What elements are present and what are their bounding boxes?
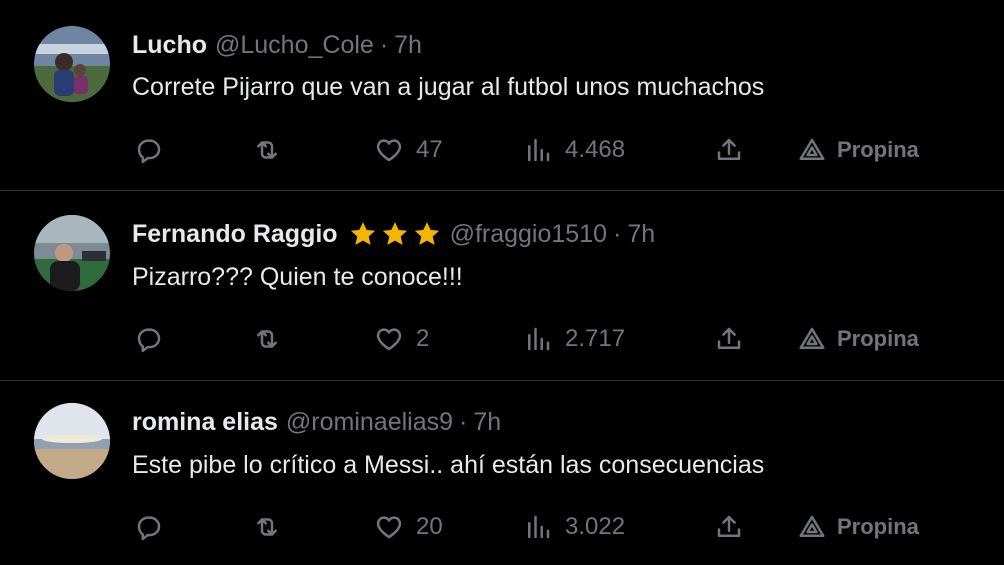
heart-icon (376, 516, 402, 539)
star-icon (382, 222, 407, 245)
action-bar: 20 3.022 Propina (0, 509, 1004, 545)
star-icon (350, 222, 375, 245)
retweet-icon (257, 141, 277, 159)
share-icon (717, 138, 741, 160)
tweet-2[interactable]: Fernando Raggio @fraggio1510 · 7h Pizarr… (0, 191, 1004, 381)
like-count: 20 (416, 513, 443, 540)
tip-button[interactable]: Propina (797, 132, 919, 168)
views-button[interactable]: 4.468 (523, 132, 625, 168)
views-icon (528, 515, 550, 539)
tweet-text: Este pibe lo crítico a Messi.. ahí están… (132, 451, 765, 479)
tip-button[interactable]: Propina (797, 321, 919, 357)
heart-icon (376, 328, 402, 351)
author-handle[interactable]: @Lucho_Cole (215, 30, 374, 60)
views-icon (528, 138, 550, 162)
separator-dot: · (613, 220, 622, 248)
verified-stars (348, 219, 442, 249)
avatar-image (34, 26, 110, 102)
author-name[interactable]: Fernando Raggio (132, 219, 338, 249)
views-button[interactable]: 2.717 (523, 321, 625, 357)
timestamp[interactable]: 7h (627, 219, 655, 249)
separator-dot: · (459, 408, 468, 436)
like-button[interactable]: 47 (374, 132, 443, 168)
action-bar: 47 4.468 Propina (0, 132, 1004, 168)
like-count: 47 (416, 136, 443, 163)
tip-label: Propina (837, 514, 919, 539)
author-handle[interactable]: @rominaelias9 (286, 407, 453, 437)
heart-icon (376, 139, 402, 162)
retweet-icon (257, 330, 277, 348)
share-icon (717, 515, 741, 537)
like-button[interactable]: 20 (374, 509, 443, 545)
separator-dot: · (379, 31, 389, 59)
view-count: 3.022 (565, 513, 626, 540)
avatar[interactable] (34, 215, 110, 291)
share-icon (717, 327, 741, 349)
author-handle[interactable]: @fraggio1510 (450, 219, 607, 249)
like-count: 2 (416, 325, 430, 352)
avatar-image (34, 215, 110, 291)
avatar[interactable] (34, 403, 110, 479)
views-button[interactable]: 3.022 (523, 509, 625, 545)
star-icon (414, 222, 439, 245)
action-bar: 2 2.717 Propina (0, 321, 1004, 357)
retweet-icon (257, 518, 277, 536)
timestamp[interactable]: 7h (473, 407, 501, 437)
reply-icon (137, 328, 161, 353)
tip-label: Propina (837, 326, 919, 351)
tip-icon (799, 327, 825, 349)
tweet-text: Correte Pijarro que van a jugar al futbo… (132, 73, 765, 101)
retweet-button[interactable] (252, 132, 282, 168)
tweet-text: Pizarro??? Quien te conoce!!! (132, 263, 463, 291)
tweet-header: Fernando Raggio @fraggio1510 · 7h (132, 219, 655, 249)
tip-icon (799, 138, 825, 160)
reply-button[interactable] (134, 132, 164, 168)
tweet-header: romina elias @rominaelias9 · 7h (132, 407, 501, 437)
retweet-button[interactable] (252, 321, 282, 357)
reply-icon (137, 139, 161, 164)
view-count: 4.468 (565, 136, 626, 163)
tweet-header: Lucho @Lucho_Cole · 7h (132, 30, 422, 60)
view-count: 2.717 (565, 325, 626, 352)
views-icon (528, 327, 550, 351)
reply-button[interactable] (134, 509, 164, 545)
retweet-button[interactable] (252, 509, 282, 545)
share-button[interactable] (714, 132, 744, 168)
tweet-1[interactable]: Lucho @Lucho_Cole · 7h Correte Pijarro q… (0, 0, 1004, 191)
tweet-3[interactable]: romina elias @rominaelias9 · 7h Este pib… (0, 381, 1004, 565)
author-name[interactable]: Lucho (132, 30, 207, 60)
tip-button[interactable]: Propina (797, 509, 919, 545)
reply-icon (137, 516, 161, 541)
reply-button[interactable] (134, 321, 164, 357)
like-button[interactable]: 2 (374, 321, 429, 357)
avatar-image (34, 403, 110, 479)
timestamp[interactable]: 7h (394, 30, 422, 60)
share-button[interactable] (714, 509, 744, 545)
tip-label: Propina (837, 137, 919, 162)
tip-icon (799, 515, 825, 537)
share-button[interactable] (714, 321, 744, 357)
avatar[interactable] (34, 26, 110, 102)
author-name[interactable]: romina elias (132, 407, 278, 437)
